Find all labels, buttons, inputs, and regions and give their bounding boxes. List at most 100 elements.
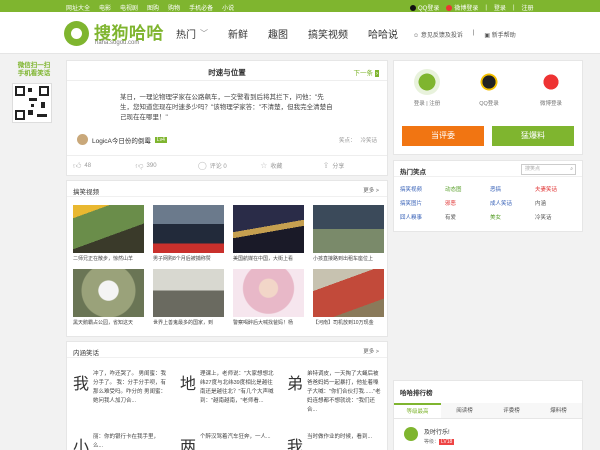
video-item[interactable]: 世界上善鬼最多的国家，到 [153,269,224,326]
feedback-link[interactable]: ☺ 意见反馈及投诉 [413,30,463,39]
thumbs-up-icon: 👍︎ [73,160,82,170]
video-item[interactable]: 二师兄正在散步，惊然山羊 [73,205,144,262]
header-right: ☺ 意见反馈及投诉 | ▣ 新手帮助 [413,30,516,39]
qr-promo: 微信扫一扫 手机看笑话 [10,62,58,132]
avatar[interactable] [404,427,418,441]
share-button[interactable]: ⇪ 分享 [317,161,379,170]
nav-haha-say[interactable]: 哈哈说 [368,26,398,41]
comment-button[interactable]: ◯ 评论 0 [192,161,254,170]
hot-topic-link[interactable]: 美女 [490,213,501,221]
top-bar: 网址大全 电影 电视剧 图购 购物 手机必备 小说 QQ登录 微博登录 | 登录… [0,0,600,12]
tab-reading[interactable]: 阅读榜 [441,403,488,418]
help-link[interactable]: ▣ 新手帮助 [484,30,515,39]
jokes-more-link[interactable]: 更多 > [363,347,379,355]
video-thumbnail[interactable] [313,205,384,253]
video-item[interactable]: 小孩直接路到出租车座位上 [313,205,384,262]
submit-joke-button[interactable]: 猛爆料 [492,126,574,146]
top-link-mobile[interactable]: 手机必备 [189,3,213,12]
weibo-login-link[interactable]: 微博登录 [446,3,478,12]
level-badge: LV18 [439,439,455,445]
nav-pics[interactable]: 趣图 [268,26,288,41]
top-link-shopping[interactable]: 购物 [168,3,180,12]
arrow-right-icon: › [374,70,379,77]
qr-line1: 微信扫一扫 [17,62,51,69]
top-link-movie[interactable]: 电影 [99,3,111,12]
hot-topic-link[interactable]: 内涵 [535,199,546,207]
weibo-icon [538,69,564,95]
videos-title: 搞笑视频 [73,189,99,196]
video-thumbnail[interactable] [313,269,384,317]
top-link-tuangou[interactable]: 图购 [147,3,159,12]
be-judge-button[interactable]: 当评委 [402,126,484,146]
nav-videos[interactable]: 搞笑视频 [308,26,348,41]
divider: | [485,4,487,11]
tag-link[interactable]: 冷笑话 [360,136,377,144]
next-joke-link[interactable]: 下一条 › [354,67,379,77]
level-badge: Lv4 [154,136,167,143]
video-thumbnail[interactable] [153,205,224,253]
tab-judges[interactable]: 评委榜 [488,403,535,418]
hot-topic-link[interactable]: 有爱 [445,213,456,221]
rank-title: 哈哈排行榜 [400,390,433,397]
videos-section: 搞笑视频 更多 > 二师兄正在散步，惊然山羊 男子网购8个月后被捕称赞 美国航媒… [66,180,388,337]
video-thumbnail[interactable] [73,205,144,253]
top-link-novel[interactable]: 小说 [222,3,234,12]
qr-line2: 手机看笑话 [17,70,51,77]
qq-penguin-icon [476,69,502,95]
video-thumbnail[interactable] [233,269,304,317]
rank-row[interactable]: 及时行乐! 等级： LV18 [404,427,455,445]
top-link-hao[interactable]: 网址大全 [66,3,90,12]
nav-new[interactable]: 新鲜 [228,26,248,41]
qq-login[interactable]: QQ登录 [468,69,510,107]
videos-more-link[interactable]: 更多 > [363,186,379,194]
star-icon: ☆ [260,161,268,170]
author-name[interactable]: LogicA今日份的倒霉 [92,135,151,145]
site-logo[interactable]: 搜狗哈哈 haha.sogou.com [64,19,194,51]
article-body: 某日，一理论物理学家在公路飙车，一交警看到后将其拦下，问他："先生，您知道您现在… [120,94,333,121]
hot-search-input[interactable]: 搜笑点 ⌕ [521,164,576,175]
nav-hot[interactable]: 热门 ﹀ [176,26,208,41]
video-item[interactable]: 男子网购8个月后被捕称赞 [153,205,224,262]
hot-topic-link[interactable]: 邪恶 [445,199,456,207]
like-button[interactable]: 👍︎ 48 [67,161,129,171]
top-link-tv[interactable]: 电视剧 [120,3,138,12]
article-header: 时速与位置 下一条 › [67,61,387,81]
hot-topic-link[interactable]: 搞笑视频 [400,185,422,193]
video-item[interactable]: 美国航媒在中国，大街上看 [233,205,304,262]
hot-topic-link[interactable]: 搞笑图片 [400,199,422,207]
tag-label: 笑点： [338,138,356,144]
hot-topic-link[interactable]: 成人笑话 [490,199,512,207]
hot-topic-link[interactable]: 动态图 [445,185,462,193]
video-thumbnail[interactable] [73,269,144,317]
hot-topic-link[interactable]: 恶搞 [490,185,501,193]
search-icon[interactable]: ⌕ [570,165,573,174]
jokes-section: 内涵笑话 更多 > 我冲了，咋还哭了。 男闺蜜：我分手了。 我：分手分手呗，有那… [66,341,388,450]
qq-login-link[interactable]: QQ登录 [410,3,439,12]
hot-topic-link[interactable]: 冷笑话 [535,213,552,221]
video-thumbnail[interactable] [153,269,224,317]
tab-reports[interactable]: 爆料榜 [535,403,582,418]
avatar[interactable] [77,134,88,145]
article-author[interactable]: LogicA今日份的倒霉 Lv4 [77,134,167,145]
divider: | [472,30,475,36]
login-link[interactable]: 登录 [494,3,506,12]
jokes-title: 内涵笑话 [73,350,99,357]
jokes-header: 内涵笑话 更多 > [67,342,387,358]
video-item[interactable]: 警察喝醉后大喊找爸妈！杨 [233,269,304,326]
dislike-button[interactable]: 👎︎ 390 [129,161,191,171]
video-item[interactable]: 【河南】司机放到10万现金 [313,269,384,326]
weibo-icon [446,5,453,12]
wechat-login[interactable]: 登录 | 注册 [406,69,448,107]
qq-icon [410,5,416,12]
hot-topic-link[interactable]: 囧人糗事 [400,213,422,221]
register-link[interactable]: 注册 [522,3,534,12]
rank-user-name[interactable]: 及时行乐! [424,427,454,436]
weibo-login[interactable]: 微博登录 [530,69,572,107]
video-item[interactable]: 黑天鹅霸占公园，省知这天 [73,269,144,326]
tab-top-level[interactable]: 等级最高 [394,403,441,418]
haha-logo-icon [414,69,440,95]
favorite-button[interactable]: ☆ 收藏 [254,161,316,170]
feedback-icon: ☺ [413,33,420,39]
video-thumbnail[interactable] [233,205,304,253]
hot-topic-link[interactable]: 夫妻笑话 [535,185,557,193]
